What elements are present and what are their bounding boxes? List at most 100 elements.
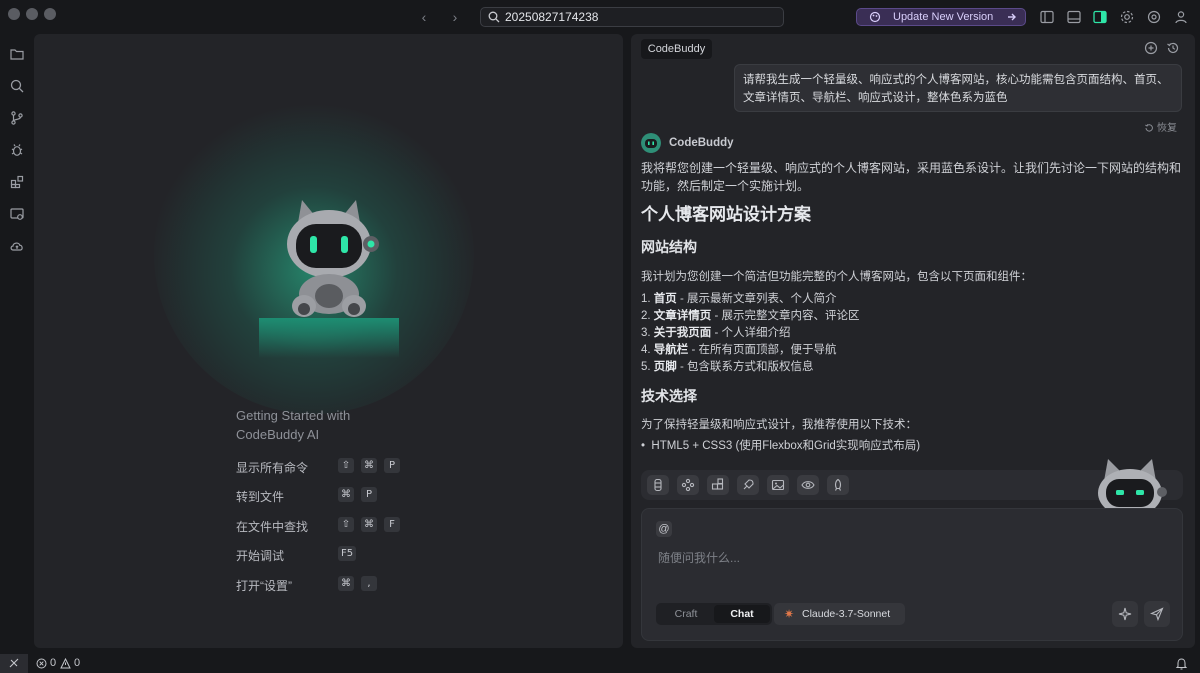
list-item-name: 关于我页面 [653,327,712,339]
preview-tool-button[interactable] [797,475,819,495]
launch-tool-button[interactable] [827,475,849,495]
bell-icon[interactable] [1175,657,1188,670]
restore-button[interactable]: 恢复 [1144,119,1177,134]
command-search-box[interactable]: 20250827174238 [480,7,784,27]
list-item-name: 页脚 [653,361,677,373]
shortcut-start-debugging[interactable]: 开始调试 F5 [236,546,436,563]
user-message: 请帮我生成一个轻量级、响应式的个人博客网站，核心功能需包含页面结构、首页、文章详… [734,64,1182,112]
update-version-button[interactable]: Update New Version [856,8,1026,26]
mode-toggle: Craft Chat [656,603,772,625]
toggle-panel-icon[interactable] [1066,9,1082,25]
send-button[interactable] [1144,601,1170,627]
figma-tool-button[interactable] [647,475,669,495]
minimize-window-button[interactable] [26,8,38,20]
shortcut-label: 显示所有命令 [236,461,309,475]
list-item: 4. 导航栏 - 在所有页面顶部，便于导航 [641,341,837,357]
extensions-icon[interactable] [9,174,25,190]
source-control-icon[interactable] [9,110,25,126]
shortcut-find-in-files[interactable]: 在文件中查找 ⇧ ⌘ F [236,517,436,534]
chat-input-placeholder[interactable]: 随便问我什么... [658,549,740,566]
tab-codebuddy[interactable]: CodeBuddy [641,39,712,59]
shortcut-label: 开始调试 [236,549,285,563]
reply-intro: 我将帮您创建一个轻量级、响应式的个人博客网站，采用蓝色系设计。让我们先讨论一下网… [641,161,1182,193]
tech-item-text: HTML5 + CSS3 (使用Flexbox和Grid实现响应式布局) [651,440,921,452]
list-item-name: 文章详情页 [653,310,712,322]
history-icon[interactable] [1166,41,1180,55]
mention-button[interactable]: @ [656,521,672,537]
deploy-tool-button[interactable] [737,475,759,495]
toggle-primary-sidebar-icon[interactable] [1039,9,1055,25]
key-p: P [384,458,400,473]
remote-explorer-icon[interactable] [9,206,25,222]
new-chat-icon[interactable] [1144,41,1158,55]
search-icon[interactable] [9,78,25,94]
mascot-pedestal [259,318,399,358]
mcp-tool-button[interactable] [677,475,699,495]
status-bar: 0 0 [0,654,1200,673]
key-cmd: ⌘ [361,517,377,532]
list-item-desc: - 在所有页面顶部，便于导航 [688,344,837,356]
integration-icon [681,478,695,492]
send-icon [1150,607,1164,621]
welcome-title-line1: Getting Started with [236,408,351,423]
enhance-prompt-button[interactable] [1112,601,1138,627]
image-tool-button[interactable] [767,475,789,495]
maximize-window-button[interactable] [44,8,56,20]
blocks-icon [711,478,724,490]
back-arrow-icon[interactable]: ‹ [415,8,433,26]
key-p: P [361,487,377,502]
list-item: • HTML5 + CSS3 (使用Flexbox和Grid实现响应式布局) [641,440,921,452]
browser-icon[interactable] [1146,9,1162,25]
editor-welcome-panel: Getting Started with CodeBuddy AI 显示所有命令… [34,34,623,648]
warning-icon [60,658,71,669]
sparkle-icon [1118,607,1132,621]
key-f: F [384,517,400,532]
shortcut-open-settings[interactable]: 打开“设置” ⌘ , [236,576,436,593]
codebuddy-mascot-icon [287,200,379,317]
account-icon[interactable] [1173,9,1189,25]
error-icon [36,658,47,669]
cloud-deploy-icon[interactable] [9,238,25,254]
remote-icon [9,658,19,668]
warning-count: 0 [74,657,81,669]
problems-indicator[interactable]: 0 0 [36,654,86,673]
model-name: Claude-3.7-Sonnet [802,608,891,620]
toggle-secondary-sidebar-icon[interactable] [1092,9,1108,25]
close-window-button[interactable] [8,8,20,20]
section-text-structure: 我计划为您创建一个简洁但功能完整的个人博客网站，包含以下页面和组件： [641,271,1032,283]
forward-arrow-icon[interactable]: › [446,8,464,26]
figma-icon [654,478,662,492]
list-item-name: 导航栏 [653,344,689,356]
reply-title: 个人博客网站设计方案 [641,205,811,224]
bot-name: CodeBuddy [669,137,734,149]
shortcut-label: 打开“设置” [236,579,292,593]
chat-input-box[interactable]: @ 随便问我什么... Craft Chat ✷ Claude-3.7-Sonn… [641,508,1183,641]
mode-craft-button[interactable]: Craft [658,605,714,623]
search-icon [488,11,500,23]
welcome-title: Getting Started with CodeBuddy AI [236,406,436,444]
key-comma: , [361,576,377,591]
shortcut-go-to-file[interactable]: 转到文件 ⌘ P [236,487,436,504]
welcome-title-line2: CodeBuddy AI [236,427,320,442]
update-version-label: Update New Version [893,11,994,23]
debug-bug-icon[interactable] [9,142,25,158]
model-selector-button[interactable]: ✷ Claude-3.7-Sonnet [774,603,905,625]
list-item-name: 首页 [653,293,677,305]
key-shift: ⇧ [338,517,354,532]
mode-chat-button[interactable]: Chat [714,605,770,623]
codebuddy-robot-icon [641,133,661,153]
list-number: 5. [641,361,651,373]
list-number: 3. [641,327,651,339]
components-tool-button[interactable] [707,475,729,495]
remote-indicator-button[interactable] [0,654,28,673]
title-bar: ‹ › 20250827174238 Update New Version [0,0,1200,34]
shortcut-show-all-commands[interactable]: 显示所有命令 ⇧ ⌘ P [236,458,436,475]
gear-icon[interactable] [1119,9,1135,25]
shortcut-label: 转到文件 [236,490,285,504]
list-item-desc: - 展示完整文章内容、评论区 [711,310,860,322]
restore-icon [1145,124,1153,132]
explorer-folder-icon[interactable] [9,46,25,62]
key-f5: F5 [338,546,356,561]
list-item: 2. 文章详情页 - 展示完整文章内容、评论区 [641,307,860,323]
search-value: 20250827174238 [505,10,599,24]
